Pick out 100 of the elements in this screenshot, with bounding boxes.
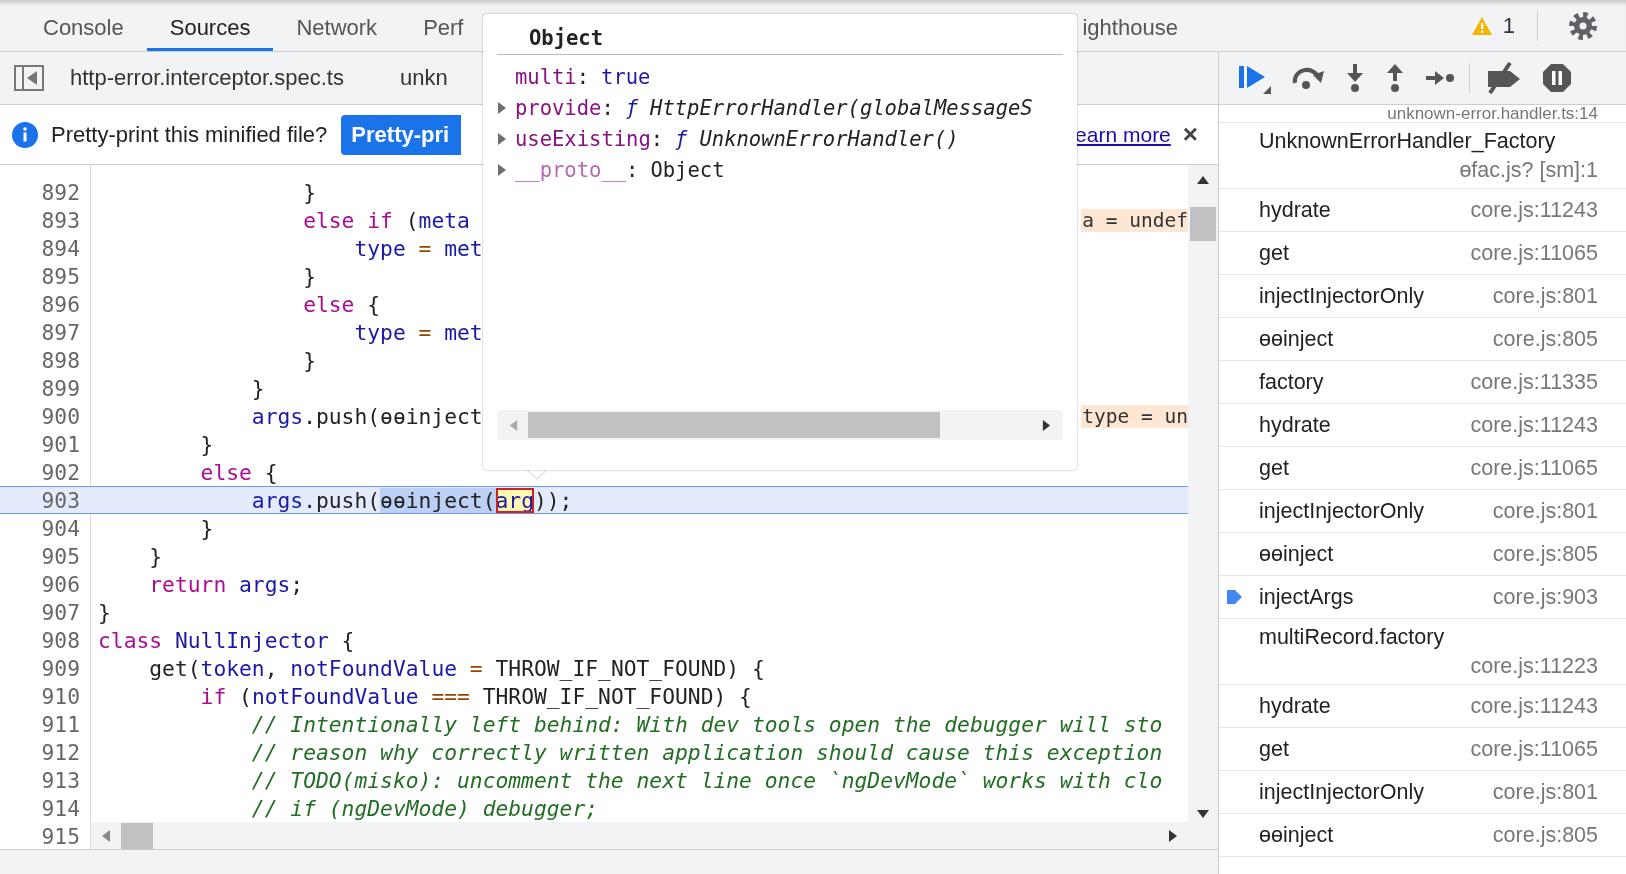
panel-tab[interactable]: ighthouse <box>1082 0 1201 51</box>
line-number: 897 <box>40 319 81 345</box>
line-number: 894 <box>40 235 81 261</box>
scroll-right-icon[interactable] <box>1042 418 1051 432</box>
separator: : <box>601 95 614 120</box>
line-number: 914 <box>40 795 81 821</box>
code-line: } <box>302 179 316 205</box>
property-key: __proto__ <box>515 157 627 182</box>
frame-location[interactable]: core.js:805 <box>1492 821 1598 851</box>
frame-location[interactable]: core.js:11243 <box>1470 692 1598 722</box>
step-over-icon[interactable] <box>1291 65 1325 91</box>
frame-name[interactable]: get <box>1259 239 1289 269</box>
line-number: 895 <box>40 263 81 289</box>
pause-on-exceptions-icon[interactable] <box>1542 63 1572 93</box>
expand-arrow-icon[interactable] <box>497 162 507 177</box>
code-line: class NullInjector { <box>97 627 355 653</box>
panel-tab[interactable]: Console <box>20 0 147 51</box>
frame-location[interactable]: core.js:11223 <box>1259 652 1598 682</box>
step-out-icon[interactable] <box>1385 63 1405 93</box>
frame-location[interactable]: core.js:903 <box>1492 583 1598 613</box>
settings-icon[interactable] <box>1568 10 1598 41</box>
separator: : <box>650 126 664 151</box>
frame-name[interactable]: UnknownErrorHandler_Factory <box>1259 127 1556 156</box>
code-line: // if (ngDevMode) debugger; <box>250 795 599 821</box>
panel-tab[interactable]: Network <box>273 0 401 51</box>
line-number: 906 <box>40 571 81 597</box>
scroll-thumb[interactable] <box>528 412 940 438</box>
property-key: useExisting <box>515 126 651 151</box>
code-line: } <box>199 431 214 457</box>
frame-location[interactable]: core.js:11243 <box>1470 411 1598 441</box>
horizontal-scrollbar[interactable] <box>91 822 1188 849</box>
line-number: 900 <box>40 403 81 429</box>
line-number: 898 <box>40 347 81 373</box>
frame-name[interactable]: hydrate <box>1259 196 1331 226</box>
scroll-thumb[interactable] <box>1190 207 1216 241</box>
frame-name[interactable]: get <box>1259 454 1289 484</box>
frame-location[interactable]: ɵfac.js? [sm]:1 <box>1259 156 1598 186</box>
scroll-right-icon[interactable] <box>1168 829 1178 843</box>
line-number: 892 <box>40 179 81 205</box>
frame-location[interactable]: core.js:11335 <box>1470 368 1598 398</box>
property-key: multi <box>515 64 577 89</box>
frame-location[interactable]: unknown-error.handler.ts:14 <box>1387 105 1598 122</box>
popover-title: Object <box>497 24 1063 55</box>
scroll-down-icon[interactable] <box>1196 809 1210 819</box>
code-line: // TODO(misko): uncomment the next line once `ngDevMode` works with clo <box>250 767 1163 793</box>
code-line: else if (meta <box>302 207 470 233</box>
frame-name[interactable]: get <box>1259 735 1289 765</box>
frame-name[interactable]: multiRecord.factory <box>1259 623 1445 653</box>
panel-tab[interactable]: Perf <box>400 0 487 51</box>
function-symbol: ƒ <box>625 95 639 120</box>
frame-name[interactable]: injectInjectorOnly <box>1259 778 1424 808</box>
frame-name[interactable]: injectInjectorOnly <box>1259 497 1424 527</box>
frame-location[interactable]: core.js:11065 <box>1470 454 1598 484</box>
step-into-icon[interactable] <box>1345 63 1365 93</box>
line-number: 910 <box>40 683 81 709</box>
code-line: } <box>302 263 316 289</box>
file-tab[interactable]: unkn <box>373 65 448 91</box>
vertical-scrollbar[interactable] <box>1188 165 1218 849</box>
close-button[interactable]: × <box>1178 119 1202 150</box>
line-number: 909 <box>40 655 81 681</box>
line-number: 911 <box>40 711 81 737</box>
scroll-thumb[interactable] <box>121 823 153 849</box>
frame-name[interactable]: hydrate <box>1259 411 1331 441</box>
frame-name[interactable]: injectArgs <box>1259 583 1354 613</box>
property-value: true <box>601 64 651 89</box>
frame-name[interactable]: ɵɵinject <box>1259 821 1334 851</box>
frame-name[interactable]: ɵɵinject <box>1259 325 1334 355</box>
code-line: else { <box>302 291 381 317</box>
expand-arrow-icon[interactable] <box>497 100 507 115</box>
frame-location[interactable]: core.js:801 <box>1492 282 1598 312</box>
frame-location[interactable]: core.js:801 <box>1492 497 1598 527</box>
frame-name[interactable]: hydrate <box>1259 692 1331 722</box>
expand-arrow-icon[interactable] <box>497 131 507 146</box>
frame-location[interactable]: core.js:11065 <box>1470 735 1598 765</box>
frame-location[interactable]: core.js:11065 <box>1470 239 1598 269</box>
line-number: 903 <box>40 487 81 513</box>
code-line: else { <box>199 459 278 485</box>
code-line: type = met <box>353 319 483 345</box>
pretty-print-button[interactable]: Pretty-pri <box>341 114 462 155</box>
scroll-left-icon[interactable] <box>101 829 111 843</box>
inline-value: a = undef <box>1081 208 1188 232</box>
scroll-up-icon[interactable] <box>1196 175 1210 185</box>
line-number: 912 <box>40 739 81 765</box>
code-line: } <box>148 543 163 569</box>
frame-location[interactable]: core.js:11243 <box>1470 196 1598 226</box>
frame-name[interactable]: injectInjectorOnly <box>1259 282 1424 312</box>
frame-location[interactable]: core.js:805 <box>1492 325 1598 355</box>
warning-count[interactable]: 1 <box>1502 12 1515 39</box>
separator: : <box>576 64 590 89</box>
step-icon[interactable] <box>1425 70 1455 86</box>
sidebar-toggle-icon[interactable] <box>14 65 44 91</box>
frame-name[interactable]: ɵɵinject <box>1259 540 1334 570</box>
frame-location[interactable]: core.js:805 <box>1492 540 1598 570</box>
line-number: 901 <box>40 431 81 457</box>
frame-name[interactable]: factory <box>1259 368 1324 398</box>
learn-more-link[interactable]: earn more <box>1075 122 1171 147</box>
horizontal-scrollbar[interactable] <box>497 410 1063 440</box>
frame-location[interactable]: core.js:801 <box>1492 778 1598 808</box>
file-tab[interactable]: http-error.interceptor.spec.ts <box>44 65 344 91</box>
line-number: 902 <box>40 459 81 485</box>
